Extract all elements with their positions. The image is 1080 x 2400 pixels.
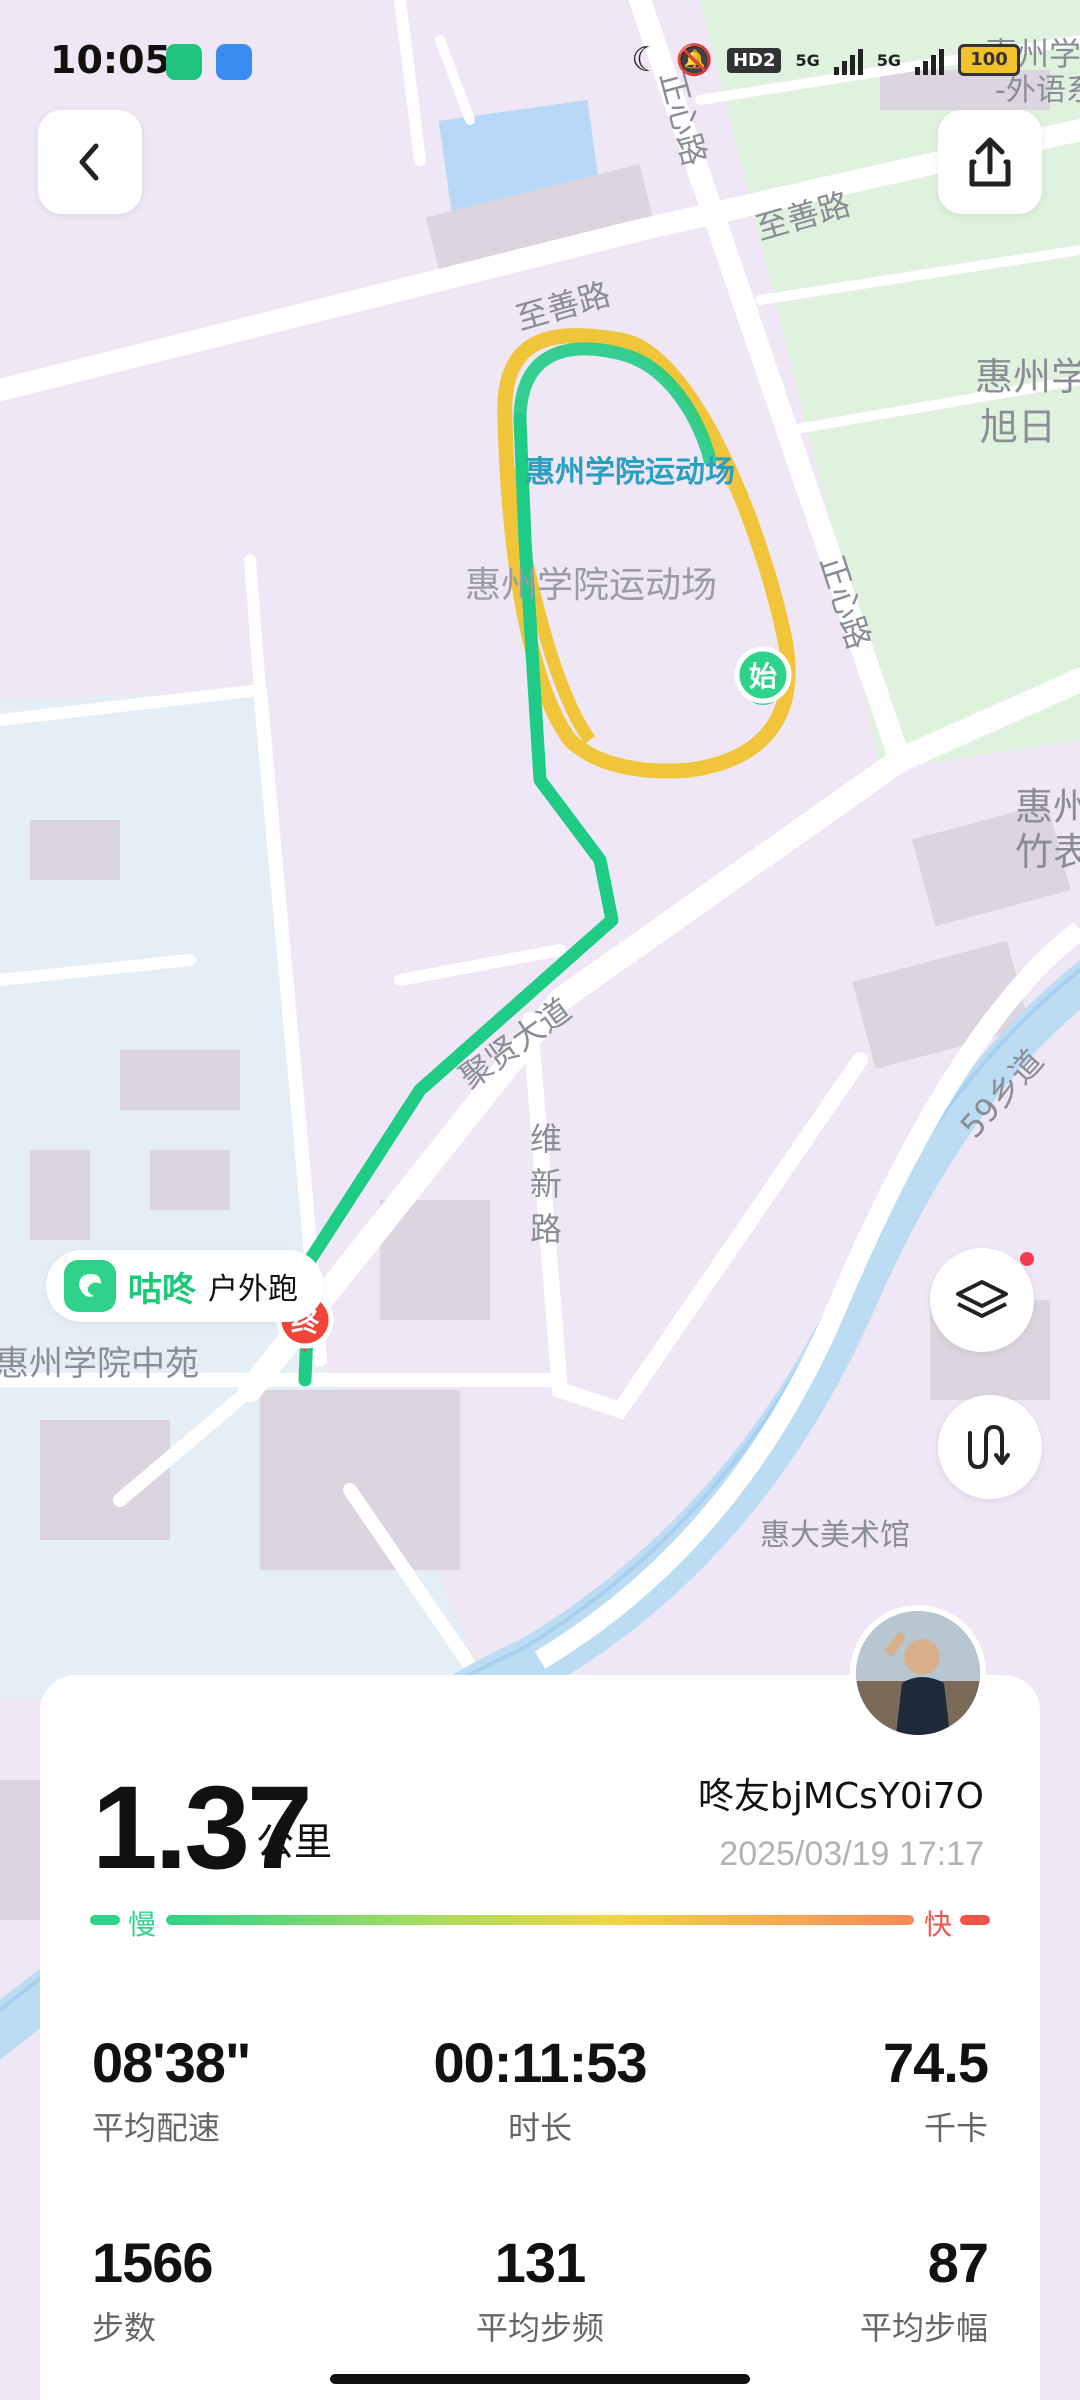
moon-icon: ☾ [631, 40, 662, 80]
poi-right-low1: 惠州 [1015, 785, 1080, 829]
stat-value: 131 [494, 2231, 586, 2294]
layers-icon [956, 1280, 1008, 1318]
stat-stride: 87 平均步幅 [859, 2230, 989, 2349]
signal-icon-1 [833, 45, 863, 75]
stat-label: 步数 [92, 2309, 157, 2347]
network-label-1: 5G [795, 50, 820, 70]
pace-scale-gradient [166, 1915, 914, 1925]
activity-type: 户外跑 [208, 1272, 298, 1307]
stat-value: 08'38" [92, 2031, 251, 2094]
pace-scale-slow-label: 慢 [128, 1908, 157, 1941]
stat-value: 74.5 [883, 2031, 989, 2094]
battery-indicator: 100 [958, 44, 1020, 76]
poi-right-mid2: 旭日 [980, 405, 1056, 449]
route-button[interactable] [938, 1395, 1042, 1499]
poi-right-low2: 竹表 [1015, 830, 1080, 874]
mute-bell-icon: 🔕 [675, 42, 713, 78]
pace-scale-fast-stub [960, 1915, 990, 1925]
start-marker[interactable]: 始 [734, 646, 792, 705]
avatar[interactable] [850, 1605, 986, 1741]
stat-label: 平均配速 [92, 2109, 221, 2147]
poi-right-mid1: 惠州学 [975, 355, 1080, 399]
stat-steps: 1566 步数 [92, 2230, 214, 2349]
layers-button[interactable] [930, 1248, 1034, 1352]
poi-art-museum: 惠大美术馆 [760, 1518, 910, 1553]
home-indicator[interactable] [330, 2374, 750, 2384]
activity-datetime: 2025/03/19 17:17 [719, 1835, 984, 1873]
summary-card: 1.37 公里 咚友bjMCsY0i7O 2025/03/19 17:17 慢 … [40, 1675, 1040, 2400]
stat-avg-pace: 08'38" 平均配速 [92, 2030, 251, 2149]
hd-badge: HD2 [726, 47, 782, 73]
route-icon [968, 1424, 1010, 1470]
status-icons: ☾ 🔕 HD2 5G 5G 100 [631, 40, 1020, 80]
stat-label: 平均步幅 [859, 2309, 988, 2347]
back-button[interactable] [38, 110, 142, 214]
pace-scale: 慢 快 [90, 1903, 990, 1941]
share-icon [969, 137, 1011, 187]
username[interactable]: 咚友bjMCsY0i7O [698, 1767, 984, 1819]
status-bar: 10:05 ☾ 🔕 HD2 5G 5G 100 [0, 0, 1080, 120]
pace-scale-slow-stub [90, 1915, 120, 1925]
road-label-weixin-3: 路 [530, 1210, 562, 1248]
road-label-weixin-2: 新 [530, 1165, 562, 1203]
pace-scale-fast-label: 快 [923, 1908, 952, 1941]
chevron-left-icon [79, 143, 99, 181]
start-marker-label: 始 [749, 660, 777, 693]
stat-value: 87 [927, 2231, 989, 2294]
distance-unit: 公里 [256, 1820, 333, 1864]
stat-cadence: 131 平均步频 [340, 2230, 740, 2349]
share-button[interactable] [938, 110, 1042, 214]
poi-stadium-label: 惠州学院运动场 [525, 455, 735, 490]
stat-value: 00:11:53 [433, 2031, 647, 2094]
brand-name: 咕咚 [128, 1269, 196, 1310]
brand-pill: 咕咚 户外跑 [46, 1250, 324, 1322]
road-label-weixin-1: 维 [530, 1120, 562, 1158]
status-time: 10:05 [50, 38, 171, 82]
network-label-2: 5G [876, 50, 901, 70]
stat-value: 1566 [92, 2231, 214, 2294]
notification-dot [1020, 1252, 1034, 1266]
stat-label: 千卡 [923, 2109, 988, 2147]
stat-calories: 74.5 千卡 [883, 2030, 989, 2149]
signal-icon-2 [915, 45, 944, 75]
notification-app-icon-2 [216, 44, 252, 80]
notification-app-icon-1 [166, 44, 202, 80]
poi-stadium-area: 惠州学院运动场 [465, 565, 717, 606]
stat-label: 平均步频 [475, 2309, 604, 2347]
stat-duration: 00:11:53 时长 [340, 2030, 740, 2149]
stat-label: 时长 [507, 2109, 572, 2147]
codoon-logo-icon [64, 1260, 116, 1312]
poi-middle-court: 惠州学院中苑 [0, 1344, 199, 1384]
